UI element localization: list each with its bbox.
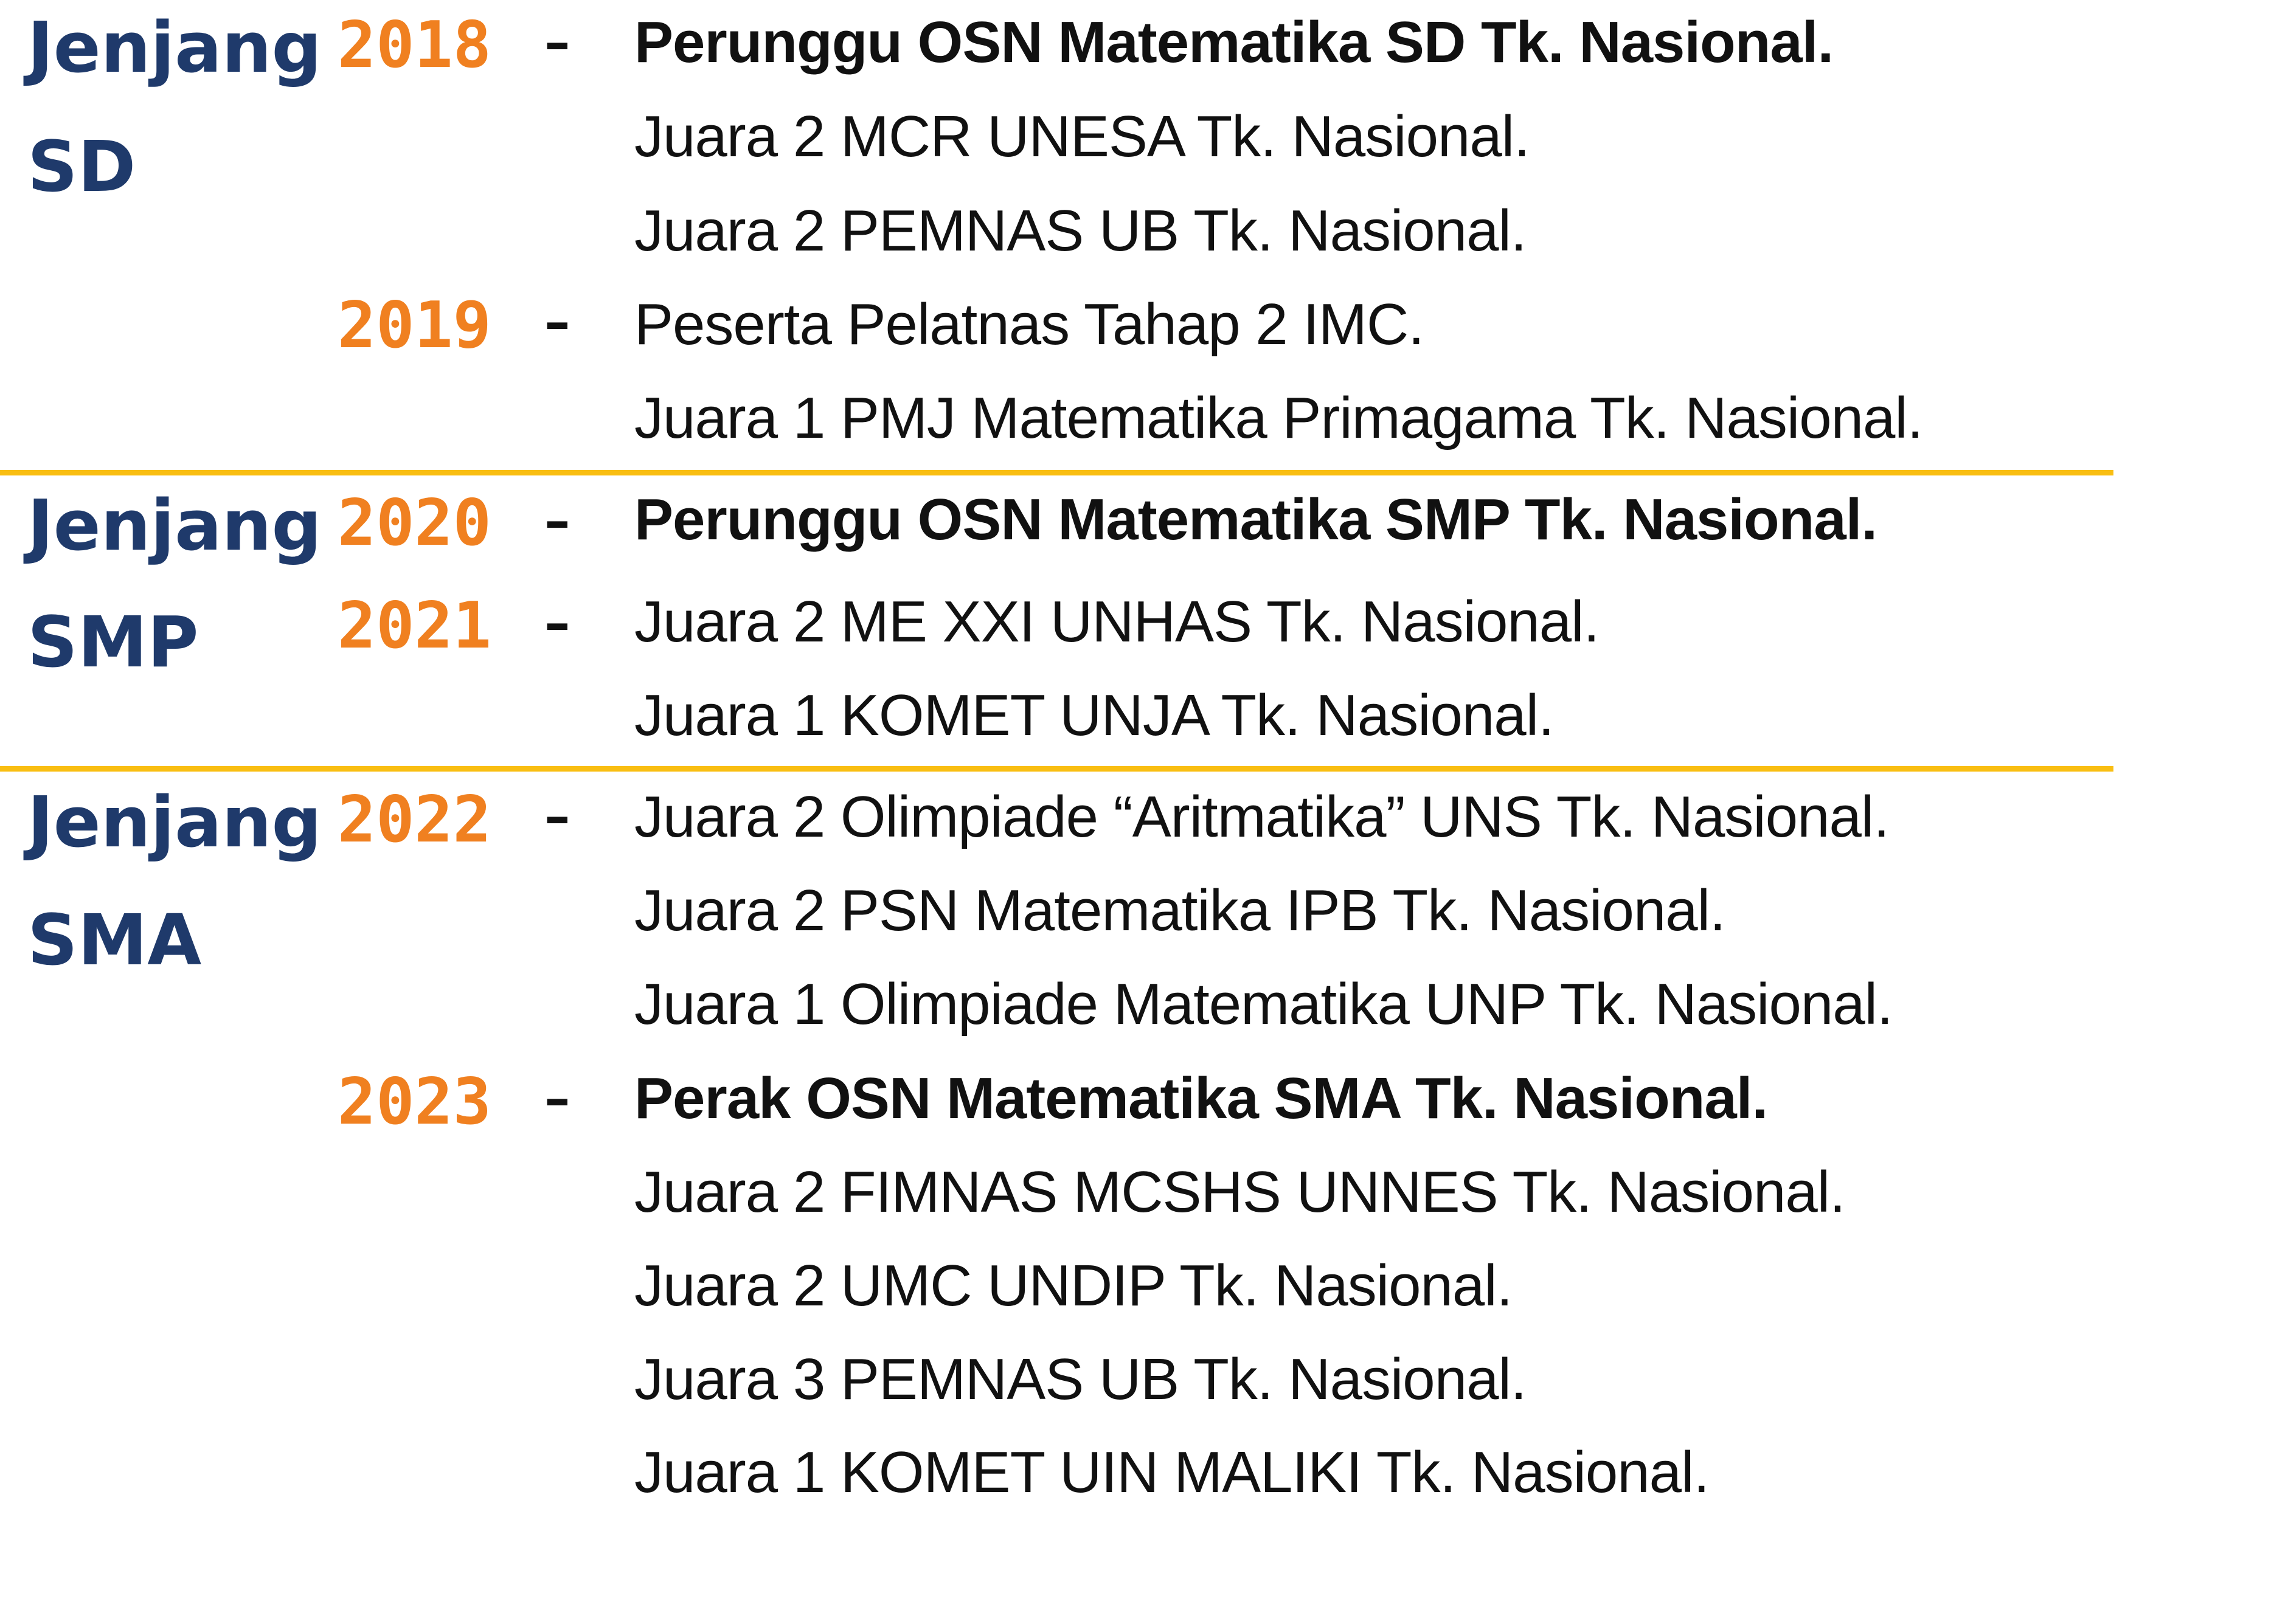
achievement-item: Perak OSN Matematika SMA Tk. Nasional. <box>634 1066 1768 1131</box>
level-name: SMP <box>27 602 199 683</box>
year-label: 2021 <box>338 589 491 663</box>
year-label: 2023 <box>338 1065 491 1139</box>
achievement-item: Juara 3 PEMNAS UB Tk. Nasional. <box>634 1347 1527 1412</box>
dash-separator: – <box>544 787 570 847</box>
level-name: SD <box>27 126 136 208</box>
dash-separator: – <box>544 593 570 654</box>
year-label: 2019 <box>338 288 491 362</box>
achievement-item: Juara 2 ME XXI UNHAS Tk. Nasional. <box>634 589 1600 654</box>
achievement-item: Juara 2 PEMNAS UB Tk. Nasional. <box>634 198 1527 263</box>
section-divider <box>0 470 2113 475</box>
achievement-item: Juara 2 MCR UNESA Tk. Nasional. <box>634 104 1530 169</box>
year-label: 2020 <box>338 486 491 560</box>
achievement-item: Juara 2 PSN Matematika IPB Tk. Nasional. <box>634 878 1726 943</box>
dash-separator: – <box>544 292 570 353</box>
achievement-item: Juara 2 UMC UNDIP Tk. Nasional. <box>634 1253 1513 1318</box>
section-divider <box>0 766 2113 772</box>
level-label: Jenjang <box>27 7 322 89</box>
achievement-item: Juara 1 PMJ Matematika Primagama Tk. Nas… <box>634 385 1923 451</box>
dash-separator: – <box>544 491 570 551</box>
achievement-item: Perunggu OSN Matematika SD Tk. Nasional. <box>634 10 1834 75</box>
achievement-item: Juara 2 Olimpiade “Aritmatika” UNS Tk. N… <box>634 784 1890 849</box>
achievement-item: Juara 1 Olimpiade Matematika UNP Tk. Nas… <box>634 972 1893 1037</box>
achievement-item: Juara 2 FIMNAS MCSHS UNNES Tk. Nasional. <box>634 1159 1846 1225</box>
year-label: 2022 <box>338 783 491 857</box>
level-label: Jenjang <box>27 485 322 567</box>
dash-separator: – <box>544 1069 570 1129</box>
level-label: Jenjang <box>27 782 322 863</box>
achievement-item: Juara 1 KOMET UNJA Tk. Nasional. <box>634 683 1555 748</box>
year-label: 2018 <box>338 8 491 82</box>
achievement-item: Juara 1 KOMET UIN MALIKI Tk. Nasional. <box>634 1440 1710 1505</box>
achievement-item: Peserta Pelatnas Tahap 2 IMC. <box>634 292 1424 357</box>
achievement-item: Perunggu OSN Matematika SMP Tk. Nasional… <box>634 487 1877 552</box>
level-name: SMA <box>27 900 202 981</box>
dash-separator: – <box>544 13 570 73</box>
